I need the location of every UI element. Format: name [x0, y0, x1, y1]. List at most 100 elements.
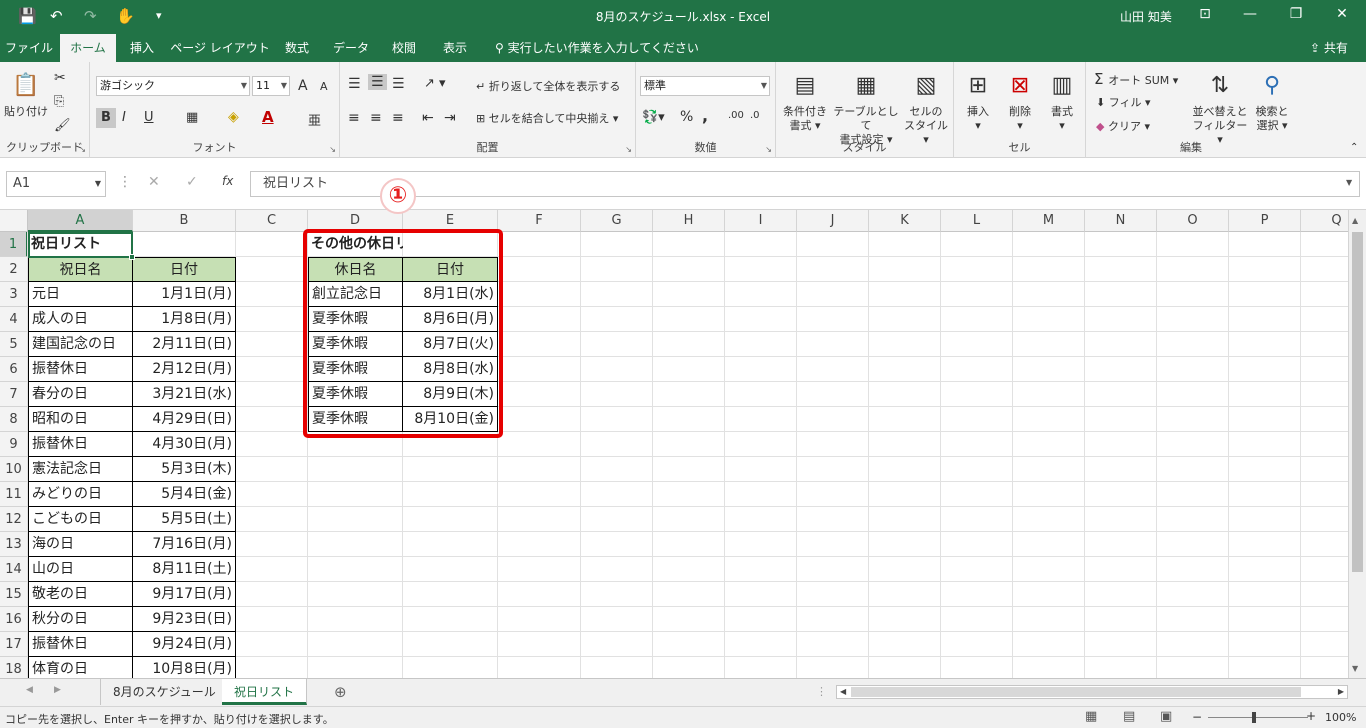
- decrease-decimal-icon[interactable]: .0: [750, 110, 760, 121]
- tab-view[interactable]: 表示: [432, 34, 478, 62]
- align-center-icon[interactable]: ≡: [370, 110, 382, 126]
- row-header-14[interactable]: 14: [0, 557, 28, 582]
- expand-formula-icon[interactable]: ▼: [1346, 178, 1352, 187]
- cell-holiday-date[interactable]: 3月21日(水): [133, 382, 236, 407]
- cell-holiday-date[interactable]: 1月8日(月): [133, 307, 236, 332]
- font-color-icon[interactable]: A: [262, 108, 274, 126]
- scroll-down-icon[interactable]: ▼: [1352, 664, 1358, 673]
- column-header-F[interactable]: F: [498, 210, 581, 232]
- autosum-button[interactable]: Σ オート SUM ▾: [1094, 70, 1178, 88]
- horizontal-scroll-thumb[interactable]: [851, 687, 1301, 697]
- column-header-O[interactable]: O: [1157, 210, 1229, 232]
- horizontal-scrollbar[interactable]: ◀ ▶: [836, 685, 1348, 699]
- cell-holiday-date[interactable]: 2月11日(日): [133, 332, 236, 357]
- cell-styles-button[interactable]: ▧ セルの スタイル ▾: [900, 70, 952, 147]
- row-header-13[interactable]: 13: [0, 532, 28, 557]
- tab-page-layout[interactable]: ページ レイアウト: [170, 34, 270, 62]
- cell-holiday-date[interactable]: 9月23日(日): [133, 607, 236, 632]
- cell-holiday-name[interactable]: 体育の日: [28, 657, 133, 678]
- collapse-ribbon-icon[interactable]: ⌃: [1350, 142, 1358, 153]
- cell-holiday-date[interactable]: 2月12日(月): [133, 357, 236, 382]
- enter-icon[interactable]: ✓: [186, 174, 198, 190]
- row-header-4[interactable]: 4: [0, 307, 28, 332]
- cell-holiday-date[interactable]: 5月4日(金): [133, 482, 236, 507]
- row-header-8[interactable]: 8: [0, 407, 28, 432]
- scroll-left-icon[interactable]: ◀: [840, 687, 846, 696]
- align-bottom-icon[interactable]: ☰: [392, 76, 405, 92]
- increase-indent-icon[interactable]: ⇥: [444, 110, 456, 126]
- add-sheet-icon[interactable]: ⊕: [334, 683, 347, 701]
- row-header-12[interactable]: 12: [0, 507, 28, 532]
- tell-me-search[interactable]: ⚲ 実行したい作業を入力してください: [495, 34, 699, 62]
- grow-font-button[interactable]: A: [298, 78, 308, 94]
- row-header-5[interactable]: 5: [0, 332, 28, 357]
- cell-header-holiday-date[interactable]: 日付: [133, 257, 236, 282]
- row-header-18[interactable]: 18: [0, 657, 28, 678]
- minimize-button[interactable]: —: [1230, 6, 1270, 22]
- page-break-view-icon[interactable]: ▣: [1160, 709, 1172, 724]
- dialog-launcher-icon[interactable]: ↘: [79, 145, 86, 154]
- format-as-table-button[interactable]: ▦ テーブルとして 書式設定 ▾: [832, 70, 900, 147]
- row-header-15[interactable]: 15: [0, 582, 28, 607]
- number-format-combo[interactable]: 標準 ▼: [640, 76, 770, 96]
- column-header-Q[interactable]: Q: [1301, 210, 1348, 232]
- fill-button[interactable]: ⬇ フィル ▾: [1096, 94, 1151, 110]
- cell-holiday-date[interactable]: 7月16日(月): [133, 532, 236, 557]
- row-header-2[interactable]: 2: [0, 257, 28, 282]
- scroll-up-icon[interactable]: ▲: [1352, 216, 1358, 225]
- cell-holiday-name[interactable]: 成人の日: [28, 307, 133, 332]
- dialog-launcher-icon[interactable]: ↘: [329, 145, 336, 154]
- name-box[interactable]: A1 ▼: [6, 171, 106, 197]
- zoom-level[interactable]: 100%: [1325, 711, 1356, 724]
- insert-function-icon[interactable]: fx: [222, 174, 233, 188]
- select-all-corner[interactable]: [0, 210, 28, 232]
- cell-holiday-name[interactable]: こどもの日: [28, 507, 133, 532]
- scroll-right-icon[interactable]: ▶: [1338, 687, 1344, 696]
- row-header-10[interactable]: 10: [0, 457, 28, 482]
- column-header-A[interactable]: A: [28, 210, 133, 232]
- cell-holiday-name[interactable]: 憲法記念日: [28, 457, 133, 482]
- row-header-17[interactable]: 17: [0, 632, 28, 657]
- column-header-G[interactable]: G: [581, 210, 653, 232]
- cell-holiday-name[interactable]: 振替休日: [28, 632, 133, 657]
- column-header-N[interactable]: N: [1085, 210, 1157, 232]
- column-header-B[interactable]: B: [133, 210, 236, 232]
- row-header-16[interactable]: 16: [0, 607, 28, 632]
- cell-holiday-date[interactable]: 5月3日(木): [133, 457, 236, 482]
- find-select-button[interactable]: ⚲ 検索と 選択 ▾: [1250, 70, 1294, 133]
- tab-home[interactable]: ホーム: [60, 34, 116, 62]
- tab-data[interactable]: データ: [324, 34, 378, 62]
- tab-file[interactable]: ファイル: [0, 34, 58, 62]
- format-cells-button[interactable]: ▥ 書式 ▾: [1042, 70, 1082, 133]
- borders-icon[interactable]: ▦: [186, 110, 198, 125]
- increase-decimal-icon[interactable]: .00: [728, 110, 744, 121]
- conditional-format-button[interactable]: ▤ 条件付き 書式 ▾: [778, 70, 832, 133]
- column-header-I[interactable]: I: [725, 210, 797, 232]
- vertical-scrollbar[interactable]: ▲ ▼: [1348, 210, 1366, 678]
- vertical-scroll-thumb[interactable]: [1352, 232, 1363, 572]
- tab-review[interactable]: 校閲: [382, 34, 426, 62]
- worksheet-grid[interactable]: ABCDEFGHIJKLMNOPQ 1 2 3 4 5 6 7 8 9 10 11 12 13 14 15 1…: [0, 210, 1348, 678]
- sheet-tab-holidays[interactable]: 祝日リスト: [222, 679, 308, 705]
- clear-button[interactable]: ◆ クリア ▾: [1096, 118, 1150, 134]
- cell-holiday-name[interactable]: 山の日: [28, 557, 133, 582]
- align-middle-icon[interactable]: ☰: [368, 74, 387, 90]
- underline-button[interactable]: U: [144, 110, 154, 125]
- share-button[interactable]: ⇪ 共有: [1310, 34, 1348, 62]
- copy-icon[interactable]: ⎘: [54, 94, 64, 109]
- restore-button[interactable]: ❐: [1276, 6, 1316, 22]
- cancel-icon[interactable]: ✕: [148, 174, 160, 190]
- delete-cells-button[interactable]: ⊠ 削除 ▾: [1000, 70, 1040, 133]
- insert-cells-button[interactable]: ⊞ 挿入 ▾: [958, 70, 998, 133]
- cell-holiday-date[interactable]: 5月5日(土): [133, 507, 236, 532]
- column-header-M[interactable]: M: [1013, 210, 1085, 232]
- row-header-1[interactable]: 1: [0, 232, 28, 257]
- comma-button[interactable]: ,: [702, 106, 708, 125]
- cell-holiday-date[interactable]: 1月1日(月): [133, 282, 236, 307]
- sort-filter-button[interactable]: ⇅ 並べ替えと フィルター ▾: [1192, 70, 1248, 147]
- tab-insert[interactable]: 挿入: [118, 34, 166, 62]
- column-header-P[interactable]: P: [1229, 210, 1301, 232]
- orientation-icon[interactable]: ↗ ▾: [424, 76, 446, 91]
- row-header-7[interactable]: 7: [0, 382, 28, 407]
- fill-color-icon[interactable]: ◈: [228, 109, 239, 125]
